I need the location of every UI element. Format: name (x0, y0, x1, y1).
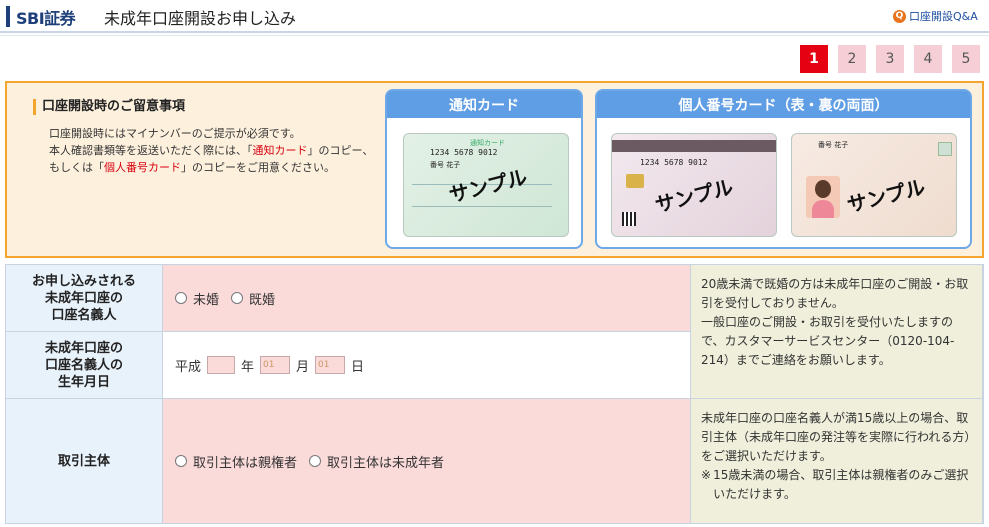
birthdate-field: 平成 年 01 月 01 日 (163, 332, 691, 399)
notice-card-panel: 通知カード 通知カード 1234 5678 9012 番号 花子 サンプル (385, 89, 583, 249)
notice-body: 口座開設時にはマイナンバーのご提示が必須です。 本人確認書類等を返送いただく際に… (49, 125, 389, 176)
question-icon: Q (893, 9, 906, 23)
unmarried-radio[interactable]: 未婚 (175, 289, 219, 308)
birth-day-input[interactable]: 01 (315, 356, 346, 374)
mynumber-card-panel: 個人番号カード（表・裏の両面） 1234 5678 9012 サンプル 番号 花… (595, 89, 972, 249)
photo-icon (806, 176, 840, 218)
ic-chip-icon (626, 174, 644, 188)
card-number-text: 1234 5678 9012 (430, 148, 498, 157)
radio-button-icon[interactable] (231, 292, 244, 304)
header-divider-thin (0, 35, 989, 36)
minor-radio[interactable]: 取引主体は未成年者 (309, 452, 444, 471)
step-2: 2 (838, 45, 866, 73)
card-header-text: 通知カード (470, 139, 505, 147)
era-label: 平成 (175, 359, 202, 375)
mynumber-card-back-image: 1234 5678 9012 サンプル (611, 133, 777, 237)
birth-month-input[interactable]: 01 (260, 356, 291, 374)
mynumber-card-title: 個人番号カード（表・裏の両面） (597, 91, 970, 118)
day-unit: 日 (351, 359, 365, 375)
notice-heading: 口座開設時のご留意事項 (33, 99, 185, 115)
month-unit: 月 (296, 359, 310, 375)
step-indicator: 1 2 3 4 5 (800, 45, 980, 73)
notice-line-1: 口座開設時にはマイナンバーのご提示が必須です。 (49, 127, 301, 140)
header-divider (0, 31, 989, 33)
marital-status-field: 未婚 既婚 (163, 265, 691, 332)
year-unit: 年 (241, 359, 255, 375)
notice-mynumber-link: 個人番号カード (104, 161, 181, 174)
notice-card-title: 通知カード (387, 91, 581, 118)
notice-line-2: 本人確認書類等を返送いただく際には、「通知カード」のコピー、 (49, 144, 374, 157)
birth-year-input[interactable] (207, 356, 236, 374)
card-name-text: 番号 花子 (430, 161, 461, 169)
brand-logo: SBI証券 (16, 9, 76, 28)
trading-entity-label: 取引主体 (6, 399, 163, 523)
sample-watermark: サンプル (844, 174, 928, 218)
trading-entity-field: 取引主体は親権者 取引主体は未成年者 (163, 399, 691, 523)
page-header: SBI証券 未成年口座開設お申し込み Q 口座開設Q&A (0, 0, 989, 33)
application-form: お申し込みされる 未成年口座の 口座名義人 未婚 既婚 未成年口座の 口座名義人… (5, 264, 984, 524)
mynumber-card-front-image: 番号 花子 サンプル (791, 133, 957, 237)
radio-button-icon[interactable] (175, 455, 187, 467)
step-3: 3 (876, 45, 904, 73)
step-1: 1 (800, 45, 828, 73)
notice-line-3: もしくは「個人番号カード」のコピーをご用意ください。 (49, 161, 335, 174)
trading-entity-info-note: 未成年口座の口座名義人が満15歳以上の場合、取引主体（未成年口座の発注等を実際に… (691, 399, 983, 523)
marital-status-label: お申し込みされる 未成年口座の 口座名義人 (6, 265, 163, 332)
account-qa-label: 口座開設Q&A (909, 10, 978, 23)
card-back-number: 1234 5678 9012 (640, 158, 708, 167)
page-title: 未成年口座開設お申し込み (104, 9, 297, 28)
step-5: 5 (952, 45, 980, 73)
header-accent-bar (6, 6, 10, 27)
guardian-radio[interactable]: 取引主体は親権者 (175, 452, 297, 471)
card-front-name: 番号 花子 (818, 141, 849, 149)
radio-button-icon[interactable] (175, 292, 187, 304)
radio-button-icon[interactable] (309, 455, 322, 467)
married-radio[interactable]: 既婚 (231, 289, 275, 308)
account-qa-link[interactable]: Q 口座開設Q&A (893, 8, 978, 24)
notice-box: 口座開設時のご留意事項 口座開設時にはマイナンバーのご提示が必須です。 本人確認… (5, 81, 984, 258)
qr-code-icon (622, 212, 636, 226)
notice-card-link: 通知カード (252, 144, 308, 157)
birthdate-label: 未成年口座の 口座名義人の 生年月日 (6, 332, 163, 399)
step-4: 4 (914, 45, 942, 73)
notice-card-image: 通知カード 1234 5678 9012 番号 花子 サンプル (403, 133, 569, 237)
marital-info-note: 20歳未満で既婚の方は未成年口座のご開設・お取引を受付しておりません。 一般口座… (691, 265, 983, 399)
sample-watermark: サンプル (652, 174, 736, 218)
